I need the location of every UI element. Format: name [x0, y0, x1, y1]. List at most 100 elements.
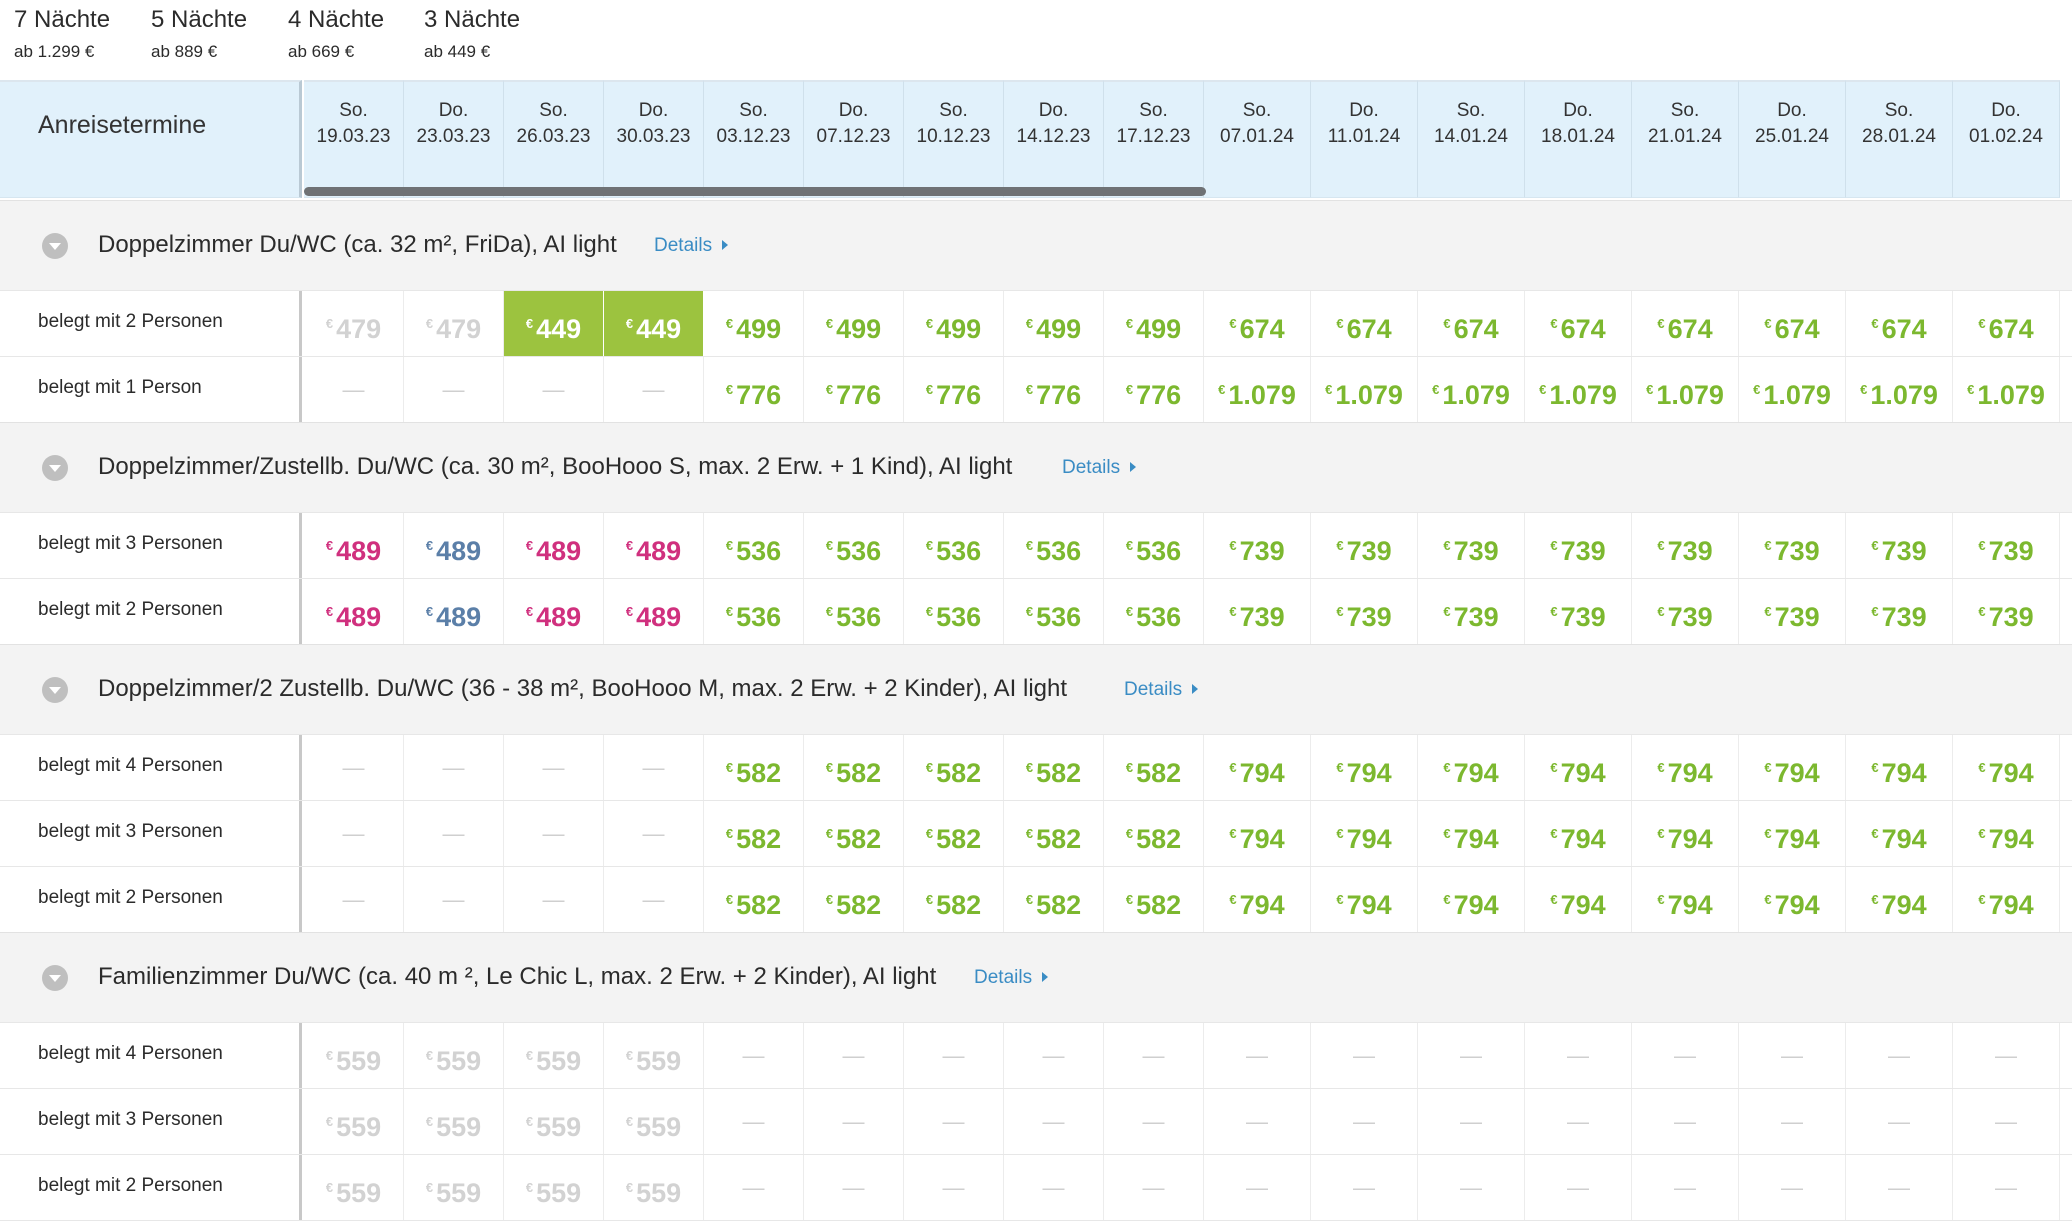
price-cell[interactable]: €776: [704, 357, 804, 422]
price-cell[interactable]: €489: [504, 513, 604, 578]
price-cell[interactable]: €582: [704, 801, 804, 866]
price-cell[interactable]: €582: [904, 867, 1004, 932]
price-cell[interactable]: €794: [1204, 735, 1311, 800]
price-cell[interactable]: €1.079: [1418, 357, 1525, 422]
price-cell[interactable]: €1.079: [1204, 357, 1311, 422]
details-link[interactable]: Details: [1062, 457, 1137, 479]
collapse-chevron-icon[interactable]: [42, 233, 68, 259]
price-cell[interactable]: €794: [1632, 801, 1739, 866]
price-cell[interactable]: €739: [1739, 513, 1846, 578]
price-cell[interactable]: €536: [704, 579, 804, 644]
price-cell[interactable]: €674: [1739, 291, 1846, 356]
price-cell[interactable]: €536: [1004, 513, 1104, 578]
price-cell[interactable]: €739: [1739, 579, 1846, 644]
price-cell[interactable]: €582: [1004, 735, 1104, 800]
price-cell[interactable]: €536: [1104, 579, 1204, 644]
tab-3-nights[interactable]: 3 Nächte ab 449 €: [410, 0, 539, 80]
price-cell[interactable]: €674: [1632, 291, 1739, 356]
price-cell[interactable]: €739: [1846, 579, 1953, 644]
price-cell[interactable]: €776: [1104, 357, 1204, 422]
price-cell[interactable]: €499: [904, 291, 1004, 356]
price-cell[interactable]: €794: [1204, 867, 1311, 932]
price-cell[interactable]: €536: [904, 579, 1004, 644]
price-cell[interactable]: €559: [404, 1089, 504, 1154]
collapse-chevron-icon[interactable]: [42, 965, 68, 991]
price-cell[interactable]: €776: [904, 357, 1004, 422]
price-cell[interactable]: €582: [804, 867, 904, 932]
price-cell[interactable]: €1.079: [1632, 357, 1739, 422]
price-cell[interactable]: €582: [804, 735, 904, 800]
date-column-header[interactable]: So. 14.01.24: [1418, 80, 1525, 198]
price-cell[interactable]: €794: [1311, 801, 1418, 866]
price-cell[interactable]: €559: [604, 1023, 704, 1088]
price-cell[interactable]: €582: [1104, 801, 1204, 866]
collapse-chevron-icon[interactable]: [42, 455, 68, 481]
date-column-header[interactable]: So. 10.12.23: [904, 80, 1004, 198]
price-cell[interactable]: €559: [404, 1155, 504, 1220]
price-cell[interactable]: €489: [304, 579, 404, 644]
room-category-header[interactable]: Doppelzimmer/2 Zustellb. Du/WC (36 - 38 …: [0, 644, 2072, 734]
price-cell[interactable]: €739: [1953, 579, 2060, 644]
price-cell[interactable]: €794: [1846, 735, 1953, 800]
date-column-header[interactable]: Do. 07.12.23: [804, 80, 904, 198]
price-cell[interactable]: €794: [1311, 735, 1418, 800]
price-cell[interactable]: €794: [1632, 735, 1739, 800]
price-cell[interactable]: €582: [1004, 801, 1104, 866]
price-cell[interactable]: €794: [1632, 867, 1739, 932]
price-cell[interactable]: €499: [1104, 291, 1204, 356]
price-cell[interactable]: €794: [1953, 867, 2060, 932]
price-cell[interactable]: €794: [1739, 801, 1846, 866]
price-cell[interactable]: €1.079: [1846, 357, 1953, 422]
price-cell[interactable]: €674: [1418, 291, 1525, 356]
price-cell[interactable]: €794: [1418, 867, 1525, 932]
price-cell[interactable]: €582: [1104, 735, 1204, 800]
price-cell[interactable]: €559: [304, 1023, 404, 1088]
price-cell[interactable]: €559: [404, 1023, 504, 1088]
horizontal-scrollbar[interactable]: [304, 187, 1206, 196]
price-cell[interactable]: €536: [1004, 579, 1104, 644]
price-cell[interactable]: €559: [504, 1023, 604, 1088]
price-cell[interactable]: €739: [1525, 513, 1632, 578]
price-cell[interactable]: €739: [1953, 513, 2060, 578]
price-cell[interactable]: €674: [1525, 291, 1632, 356]
price-cell[interactable]: €582: [904, 801, 1004, 866]
price-cell[interactable]: €739: [1418, 579, 1525, 644]
price-cell[interactable]: €536: [804, 513, 904, 578]
collapse-chevron-icon[interactable]: [42, 677, 68, 703]
price-cell[interactable]: €559: [304, 1155, 404, 1220]
price-cell[interactable]: €794: [1525, 735, 1632, 800]
price-cell[interactable]: €536: [1104, 513, 1204, 578]
price-cell[interactable]: €674: [1311, 291, 1418, 356]
price-cell[interactable]: €794: [1953, 735, 2060, 800]
price-cell[interactable]: €739: [1204, 513, 1311, 578]
price-cell[interactable]: €794: [1204, 801, 1311, 866]
price-cell[interactable]: €582: [1004, 867, 1104, 932]
price-cell[interactable]: €582: [704, 735, 804, 800]
price-cell[interactable]: €739: [1204, 579, 1311, 644]
price-cell[interactable]: €794: [1311, 867, 1418, 932]
price-cell[interactable]: €674: [1953, 291, 2060, 356]
price-cell[interactable]: €739: [1311, 513, 1418, 578]
price-cell[interactable]: €499: [804, 291, 904, 356]
price-cell[interactable]: €794: [1953, 801, 2060, 866]
details-link[interactable]: Details: [1124, 679, 1199, 701]
price-cell[interactable]: €479: [304, 291, 404, 356]
date-column-header[interactable]: Do. 25.01.24: [1739, 80, 1846, 198]
tab-4-nights[interactable]: 4 Nächte ab 669 €: [274, 0, 404, 80]
price-cell[interactable]: €489: [404, 579, 504, 644]
date-column-header[interactable]: Do. 23.03.23: [404, 80, 504, 198]
room-category-header[interactable]: Doppelzimmer/Zustellb. Du/WC (ca. 30 m²,…: [0, 422, 2072, 512]
price-cell[interactable]: €794: [1739, 735, 1846, 800]
date-column-header[interactable]: Do. 14.12.23: [1004, 80, 1104, 198]
details-link[interactable]: Details: [654, 235, 729, 257]
price-cell[interactable]: €794: [1525, 867, 1632, 932]
price-cell[interactable]: €1.079: [1525, 357, 1632, 422]
price-cell[interactable]: €489: [504, 579, 604, 644]
price-cell[interactable]: €489: [404, 513, 504, 578]
price-cell[interactable]: €536: [804, 579, 904, 644]
price-cell[interactable]: €739: [1632, 513, 1739, 578]
room-category-header[interactable]: Familienzimmer Du/WC (ca. 40 m ², Le Chi…: [0, 932, 2072, 1022]
price-cell[interactable]: €559: [504, 1155, 604, 1220]
date-column-header[interactable]: Do. 11.01.24: [1311, 80, 1418, 198]
price-cell[interactable]: €449: [504, 291, 604, 356]
